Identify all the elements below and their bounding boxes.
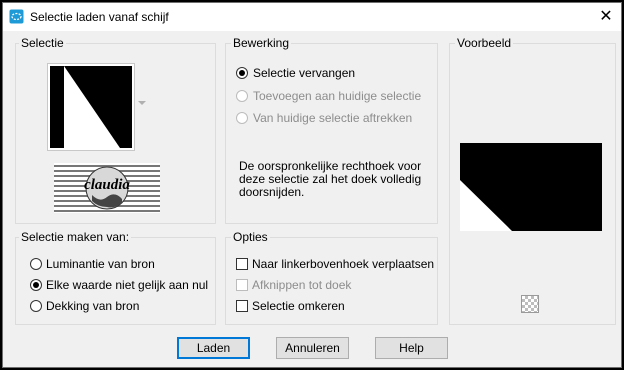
cancel-button[interactable]: Annuleren (276, 337, 349, 359)
radio-elke-waarde-label[interactable]: Elke waarde niet gelijk aan nul (46, 278, 208, 292)
radio-dekking[interactable] (30, 300, 42, 312)
watermark-text: claudia (84, 177, 130, 193)
maken-group-title: Selectie maken van: (19, 230, 132, 244)
radio-dekking-label[interactable]: Dekking van bron (46, 299, 139, 313)
selection-disk-icon (9, 9, 24, 24)
help-button[interactable]: Help (375, 337, 448, 359)
preview-image (460, 143, 602, 231)
voorbeeld-group-title: Voorbeeld (455, 36, 514, 50)
bewerking-group-title: Bewerking (231, 36, 292, 50)
radio-toevoegen (236, 90, 248, 102)
description-line: doorsnijden. (239, 185, 305, 199)
window-title: Selectie laden vanaf schijf (30, 10, 169, 24)
radio-selectie-vervangen-label[interactable]: Selectie vervangen (253, 66, 355, 80)
watermark-logo: claudia (54, 163, 160, 213)
radio-luminantie-label[interactable]: Luminantie van bron (46, 257, 155, 271)
checkbox-linkerbovenhoek-label[interactable]: Naar linkerbovenhoek verplaatsen (252, 257, 434, 271)
dialog-window: Selectie laden vanaf schijf ✕ Selectie c… (2, 2, 622, 368)
transparency-checker-icon[interactable] (521, 295, 539, 313)
load-button[interactable]: Laden (177, 337, 250, 359)
radio-selectie-vervangen[interactable] (236, 67, 248, 79)
close-icon[interactable]: ✕ (591, 3, 621, 31)
checkbox-selectie-omkeren-label[interactable]: Selectie omkeren (252, 299, 345, 313)
radio-toevoegen-label: Toevoegen aan huidige selectie (253, 89, 422, 103)
checkbox-selectie-omkeren[interactable] (236, 300, 248, 312)
selection-thumbnail[interactable] (47, 63, 135, 151)
radio-aftrekken-label: Van huidige selectie aftrekken (253, 111, 413, 125)
checkbox-linkerbovenhoek[interactable] (236, 258, 248, 270)
radio-aftrekken (236, 112, 248, 124)
selection-shape-preview (50, 66, 132, 148)
checkbox-afknippen-label: Afknippen tot doek (252, 278, 352, 292)
dropdown-arrow-icon[interactable] (138, 101, 146, 105)
radio-elke-waarde[interactable] (30, 279, 42, 291)
checkbox-afknippen (236, 279, 248, 291)
selectie-group-title: Selectie (19, 36, 66, 50)
title-bar: Selectie laden vanaf schijf ✕ (3, 3, 621, 31)
opties-group-title: Opties (231, 230, 270, 244)
bewerking-description: De oorspronkelijke rechthoek voor deze s… (239, 160, 421, 199)
radio-luminantie[interactable] (30, 258, 42, 270)
